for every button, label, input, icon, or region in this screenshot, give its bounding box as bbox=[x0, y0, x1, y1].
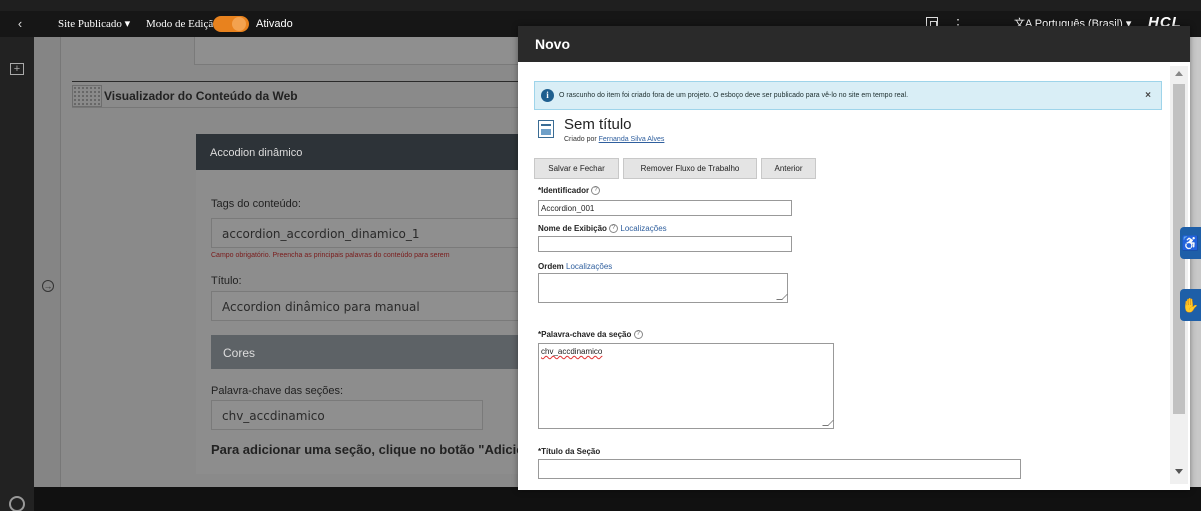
order-label-text: Ordem bbox=[538, 262, 564, 271]
sections-keyword-field[interactable]: chv_accdinamico bbox=[211, 400, 483, 430]
item-title: Sem título bbox=[564, 116, 632, 133]
cores-section-header[interactable]: Cores bbox=[211, 335, 531, 369]
section-keyword-value: chv_accdinamico bbox=[541, 347, 603, 356]
title-field[interactable]: Accordion dinâmico para manual bbox=[211, 291, 531, 321]
add-content-icon[interactable]: + bbox=[10, 63, 24, 75]
remove-workflow-button[interactable]: Remover Fluxo de Trabalho bbox=[623, 158, 757, 179]
site-menu-label: Site Publicado bbox=[58, 18, 122, 30]
site-manager-icon[interactable] bbox=[9, 496, 25, 511]
draft-alert: i O rascunho do item foi criado fora de … bbox=[534, 81, 1162, 110]
toggle-knob bbox=[232, 17, 246, 31]
save-close-button[interactable]: Salvar e Fechar bbox=[534, 158, 619, 179]
scroll-down-icon[interactable] bbox=[1175, 469, 1183, 474]
author-link[interactable]: Fernanda Silva Alves bbox=[599, 136, 665, 143]
content-card: Accodion dinâmico Tags do conteúdo: acco… bbox=[196, 134, 531, 474]
scroll-up-icon[interactable] bbox=[1175, 71, 1183, 76]
identifier-label: *Identificador ? bbox=[538, 186, 601, 196]
created-by: Criado por Fernanda Silva Alves bbox=[564, 136, 664, 143]
page-gutter: → bbox=[34, 37, 61, 487]
dialog-scrollbar[interactable] bbox=[1170, 66, 1188, 484]
help-icon[interactable]: ? bbox=[633, 330, 643, 340]
left-rail: + bbox=[0, 37, 34, 511]
identifier-input[interactable]: Accordion_001 bbox=[538, 200, 792, 216]
resize-handle-icon[interactable] bbox=[822, 420, 834, 426]
tags-error-text: Campo obrigatório. Preencha as principai… bbox=[211, 252, 450, 259]
divider bbox=[72, 107, 552, 108]
order-locations-link[interactable]: Localizações bbox=[566, 262, 612, 271]
alert-text: O rascunho do item foi criado fora de um… bbox=[559, 92, 909, 99]
chevron-down-icon: ▾ bbox=[124, 18, 131, 30]
divider bbox=[72, 81, 552, 82]
section-keyword-label: *Palavra-chave da seção ? bbox=[538, 330, 643, 340]
resize-handle-icon[interactable] bbox=[776, 294, 788, 300]
toggle-state-label: Ativado bbox=[256, 18, 293, 30]
sign-language-icon[interactable]: ✋ bbox=[1180, 289, 1201, 321]
drag-handle-icon[interactable] bbox=[72, 85, 102, 107]
bottom-bar bbox=[34, 487, 1201, 511]
section-title-label: *Título da Seção bbox=[538, 447, 601, 456]
tags-field[interactable]: accordion_accordion_dinamico_1 bbox=[211, 218, 531, 248]
identifier-label-text: *Identificador bbox=[538, 186, 590, 195]
created-by-prefix: Criado por bbox=[564, 136, 597, 143]
top-card bbox=[194, 37, 534, 65]
display-name-label-text: Nome de Exibição bbox=[538, 224, 607, 233]
add-section-instruction: Para adicionar uma seção, clique no botã… bbox=[211, 442, 525, 457]
title-label: Título: bbox=[211, 275, 242, 287]
section-keyword-textarea[interactable]: chv_accdinamico bbox=[538, 343, 834, 429]
dialog-title: Novo bbox=[518, 26, 1190, 62]
back-button[interactable]: ‹ bbox=[10, 14, 30, 34]
edit-mode-label: Modo de Edição: bbox=[146, 18, 222, 30]
accessibility-icon[interactable]: ♿ bbox=[1180, 227, 1201, 259]
info-icon: i bbox=[541, 89, 554, 102]
close-alert-button[interactable]: × bbox=[1145, 90, 1151, 101]
help-icon[interactable]: ? bbox=[609, 224, 619, 234]
content-item-icon bbox=[538, 120, 554, 138]
display-name-locations-link[interactable]: Localizações bbox=[620, 224, 666, 233]
expand-arrow-icon[interactable]: → bbox=[42, 280, 54, 292]
display-name-input[interactable] bbox=[538, 236, 792, 252]
section-keyword-label-text: *Palavra-chave da seção bbox=[538, 330, 632, 339]
viewer-title: Visualizador do Conteúdo da Web bbox=[104, 89, 298, 103]
site-menu-dropdown[interactable]: Site Publicado ▾ bbox=[58, 11, 130, 37]
order-label: Ordem Localizações bbox=[538, 262, 612, 271]
previous-button[interactable]: Anterior bbox=[761, 158, 816, 179]
help-icon[interactable]: ? bbox=[591, 186, 601, 196]
sections-keyword-label: Palavra-chave das seções: bbox=[211, 385, 344, 397]
section-title-input[interactable] bbox=[538, 459, 1021, 479]
order-textarea[interactable] bbox=[538, 273, 788, 303]
new-item-dialog: Novo i O rascunho do item foi criado for… bbox=[518, 26, 1190, 490]
card-header: Accodion dinâmico bbox=[196, 134, 526, 170]
tags-label: Tags do conteúdo: bbox=[211, 198, 301, 210]
display-name-label: Nome de Exibição ? Localizações bbox=[538, 224, 667, 234]
edit-mode-toggle[interactable] bbox=[213, 16, 249, 32]
